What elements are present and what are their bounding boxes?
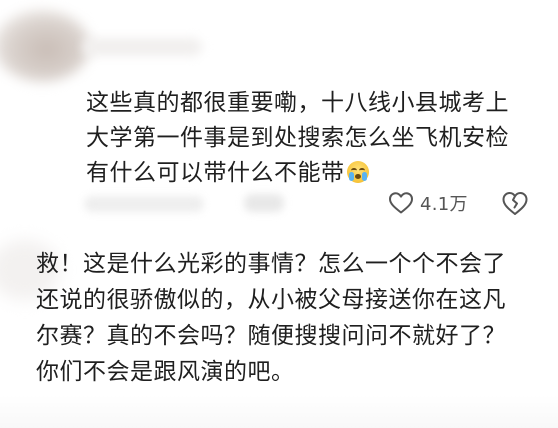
avatar[interactable]: [0, 10, 90, 82]
comment-1-reply-blurred: [244, 194, 284, 212]
comment-2-line-2: 还说的很骄傲似的，从小被父母接送你在这凡: [36, 287, 506, 313]
comment-1-line-3: 有什么可以带什么不能带: [86, 156, 509, 191]
comment-2-line-3: 尔赛？真的不会吗？随便搜搜问问不就好了？: [36, 323, 506, 349]
comment-1-text: 这些真的都很重要嘞，十八线小县城考上 大学第一件事是到处搜索怎么坐飞机安检 有什…: [86, 86, 509, 191]
comment-2-text: 救！这是什么光彩的事情？怎么一个个不会了 还说的很骄傲似的，从小被父母接送你在这…: [36, 246, 506, 390]
like-count: 4.1万: [420, 194, 468, 215]
comment-1-time-blurred: [84, 196, 204, 212]
like-button[interactable]: 4.1万: [388, 188, 468, 218]
comment-2-line-4: 你们不会是跟风演的吧。: [36, 359, 295, 385]
broken-heart-icon[interactable]: [500, 188, 530, 218]
comment-1-line-3-text: 有什么可以带什么不能带: [86, 160, 345, 186]
crying-face-emoji-icon: [346, 161, 369, 183]
heart-outline-icon: [389, 192, 413, 214]
comment-thread-screen: 这些真的都很重要嘞，十八线小县城考上 大学第一件事是到处搜索怎么坐飞机安检 有什…: [0, 0, 558, 428]
comment-1-line-1: 这些真的都很重要嘞，十八线小县城考上: [86, 90, 509, 116]
comment-2-line-1: 救！这是什么光彩的事情？怎么一个个不会了: [36, 251, 506, 277]
username-blurred: [82, 38, 202, 56]
bottom-fade: [0, 395, 558, 428]
comment-1-line-2: 大学第一件事是到处搜索怎么坐飞机安检: [86, 125, 509, 151]
